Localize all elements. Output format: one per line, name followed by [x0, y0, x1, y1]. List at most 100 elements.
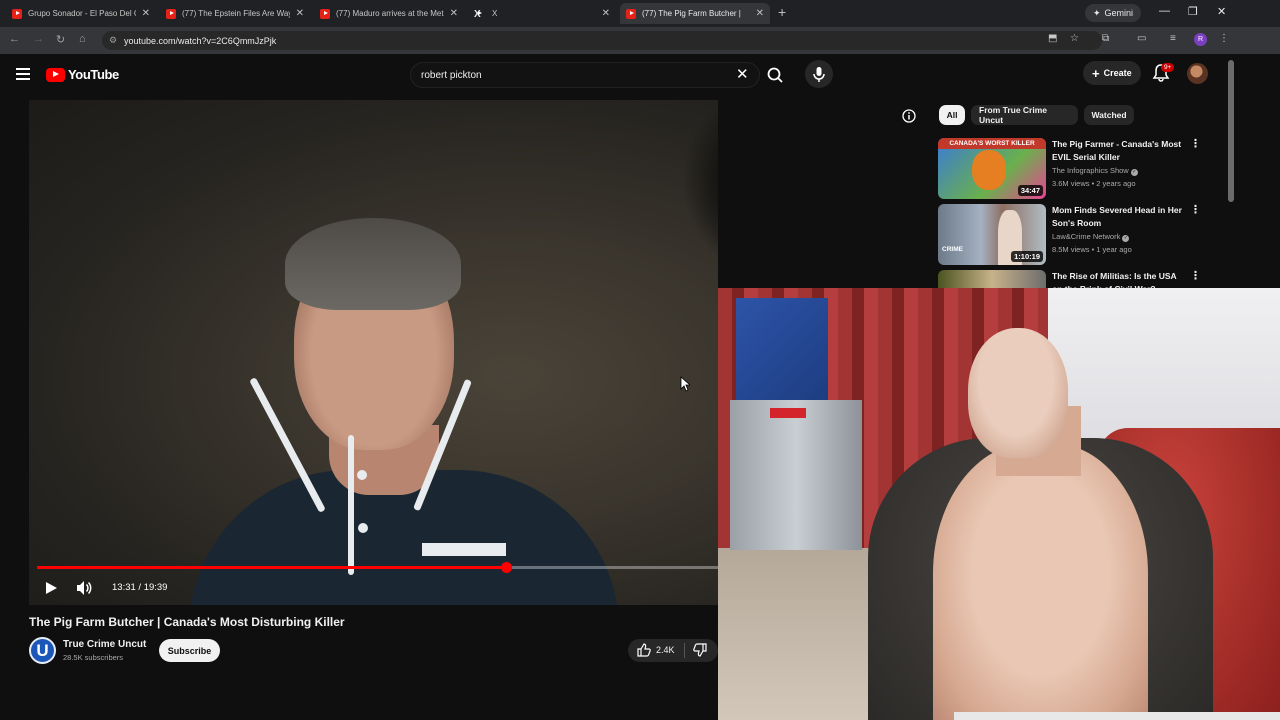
- progress-played: [37, 566, 506, 569]
- browser-tab[interactable]: (77) Maduro arrives at the Met ✕: [314, 3, 464, 24]
- info-icon[interactable]: [902, 109, 916, 128]
- tab-title: X: [492, 9, 498, 18]
- subscriber-count: 28.5K subscribers: [63, 653, 124, 662]
- side-panel-icon[interactable]: ▭: [1137, 33, 1146, 44]
- extensions-icon[interactable]: ⧉: [1102, 33, 1109, 44]
- browser-menu-icon[interactable]: ⋮: [1219, 33, 1229, 44]
- browser-toolbar: ← → ↻ ⌂ ⚙ youtube.com/watch?v=2C6QmmJzPj…: [0, 27, 1280, 54]
- channel-name: Law&Crime Network: [1052, 232, 1121, 241]
- chip-from-channel[interactable]: From True Crime Uncut: [971, 105, 1078, 125]
- volume-icon: [77, 581, 92, 595]
- profile-avatar[interactable]: R: [1194, 33, 1207, 46]
- more-options-icon[interactable]: ⋮: [1190, 139, 1201, 150]
- bookmark-star-icon[interactable]: ☆: [1070, 33, 1079, 44]
- search-input[interactable]: robert pickton: [410, 62, 760, 88]
- x-icon: X: [474, 9, 486, 20]
- page-scrollbar[interactable]: [1228, 60, 1234, 202]
- subscribe-button[interactable]: Subscribe: [159, 639, 220, 662]
- recommendation-channel[interactable]: The Infographics Show ✓: [1052, 166, 1138, 176]
- browser-tab[interactable]: (77) The Epstein Files Are Way ✕: [160, 3, 310, 24]
- gemini-label: Gemini: [1104, 8, 1134, 18]
- more-options-icon[interactable]: ⋮: [1190, 205, 1201, 216]
- thumbs-up-icon: [637, 643, 651, 657]
- more-options-icon[interactable]: ⋮: [1190, 271, 1201, 282]
- video-thumbnail[interactable]: [938, 270, 1046, 288]
- close-icon[interactable]: ✕: [756, 8, 764, 19]
- verified-icon: ✓: [1130, 169, 1138, 176]
- close-icon[interactable]: ✕: [296, 8, 304, 19]
- video-thumbnail[interactable]: CANADA'S WORST KILLER 34:47: [938, 138, 1046, 199]
- account-avatar[interactable]: [1187, 63, 1208, 84]
- like-button[interactable]: [637, 643, 651, 662]
- back-arrow-icon[interactable]: ←: [9, 33, 20, 45]
- recommendation-title[interactable]: The Rise of Militias: Is the USA on the …: [1052, 270, 1186, 288]
- search-button[interactable]: [760, 62, 792, 88]
- youtube-logo-text: YouTube: [68, 67, 119, 82]
- thumbnail-art: [972, 150, 1006, 190]
- play-icon: [46, 582, 57, 594]
- play-button[interactable]: [43, 580, 59, 601]
- new-tab-button[interactable]: +: [778, 4, 786, 20]
- video-frame: [357, 470, 367, 480]
- chip-watched[interactable]: Watched: [1084, 105, 1134, 125]
- video-thumbnail[interactable]: CRIME 1:10:19: [938, 204, 1046, 265]
- forward-arrow-icon[interactable]: →: [33, 33, 44, 45]
- restore-button[interactable]: ❐: [1188, 5, 1198, 18]
- minimize-button[interactable]: —: [1159, 5, 1170, 17]
- recommendation-channel[interactable]: Law&Crime Network ✓: [1052, 232, 1130, 242]
- youtube-icon: [166, 8, 176, 19]
- video-player[interactable]: [29, 100, 718, 605]
- thumbs-down-icon: [693, 643, 707, 657]
- browser-tab-active[interactable]: (77) The Pig Farm Butcher | ✕: [620, 3, 770, 24]
- clear-search-icon[interactable]: ✕: [736, 65, 749, 83]
- address-bar[interactable]: ⚙ youtube.com/watch?v=2C6QmmJzPjk: [102, 31, 1102, 50]
- channel-name[interactable]: True Crime Uncut: [63, 639, 146, 650]
- like-count: 2.4K: [656, 645, 675, 655]
- close-icon[interactable]: ✕: [142, 8, 150, 19]
- youtube-icon: [12, 8, 22, 19]
- create-button[interactable]: + Create: [1083, 61, 1141, 85]
- webcam-frame: [968, 328, 1068, 458]
- gemini-button[interactable]: ✦ Gemini: [1085, 4, 1142, 22]
- reload-icon[interactable]: ↻: [56, 33, 65, 46]
- video-progress-bar[interactable]: [37, 562, 718, 573]
- progress-scrubber[interactable]: [500, 562, 512, 573]
- thumbnail-caption: CRIME: [942, 246, 963, 253]
- video-frame: [422, 543, 506, 556]
- recommendation-meta: 3.6M views • 2 years ago: [1052, 179, 1136, 188]
- tab-title: (77) The Epstein Files Are Way: [182, 9, 290, 18]
- channel-avatar[interactable]: U: [29, 637, 56, 664]
- webcam-overlay: [718, 288, 1280, 720]
- menu-icon[interactable]: [16, 68, 30, 80]
- install-app-icon[interactable]: ⬒: [1048, 33, 1057, 44]
- youtube-logo-icon: [46, 67, 65, 82]
- home-icon[interactable]: ⌂: [79, 33, 86, 45]
- video-frame: [684, 100, 718, 280]
- close-icon[interactable]: ✕: [602, 8, 610, 19]
- webcam-frame: [933, 443, 1148, 720]
- dislike-button[interactable]: [693, 643, 707, 662]
- chip-all[interactable]: All: [939, 105, 965, 125]
- thumbnail-caption: CANADA'S WORST KILLER: [938, 138, 1046, 149]
- close-icon[interactable]: ✕: [450, 8, 458, 19]
- mute-button[interactable]: [75, 580, 93, 601]
- channel-name: The Infographics Show: [1052, 166, 1129, 175]
- video-duration: 34:47: [1017, 185, 1043, 196]
- video-frame: [285, 218, 461, 310]
- browser-tab[interactable]: X X ✕: [468, 3, 616, 24]
- search-icon: [767, 67, 783, 83]
- tab-title: Grupo Sonador - El Paso Del Gi: [28, 9, 136, 18]
- recommendation-title[interactable]: The Pig Farmer - Canada's Most EVIL Seri…: [1052, 138, 1186, 163]
- browser-tab[interactable]: Grupo Sonador - El Paso Del Gi ✕: [6, 3, 156, 24]
- reading-list-icon[interactable]: ≡: [1170, 33, 1176, 44]
- video-title: The Pig Farm Butcher | Canada's Most Dis…: [29, 615, 345, 629]
- youtube-logo[interactable]: YouTube: [46, 67, 119, 82]
- close-window-button[interactable]: ✕: [1217, 5, 1226, 18]
- recommendation-title[interactable]: Mom Finds Severed Head in Her Son's Room: [1052, 204, 1186, 229]
- site-info-icon[interactable]: ⚙: [109, 35, 117, 46]
- search-value: robert pickton: [421, 69, 482, 81]
- video-frame: [348, 435, 354, 575]
- voice-search-button[interactable]: [805, 60, 833, 88]
- url-text: youtube.com/watch?v=2C6QmmJzPjk: [124, 35, 277, 46]
- gemini-icon: ✦: [1093, 7, 1101, 18]
